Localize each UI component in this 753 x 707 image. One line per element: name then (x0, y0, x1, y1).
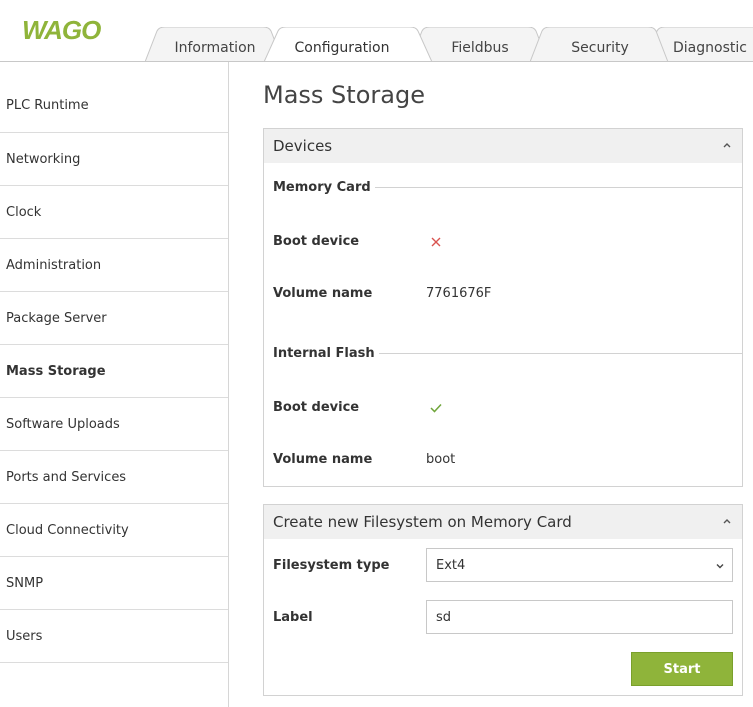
chevron-up-icon[interactable] (721, 139, 733, 151)
filesystem-type-select[interactable]: Ext4 (426, 548, 733, 582)
sidebar-item-mass-storage[interactable]: Mass Storage (0, 345, 228, 398)
filesystem-panel-header[interactable]: Create new Filesystem on Memory Card (264, 505, 742, 539)
sidebar-item-label: Cloud Connectivity (6, 522, 129, 538)
sidebar-item-plc-runtime[interactable]: PLC Runtime (0, 62, 228, 133)
sidebar-item-administration[interactable]: Administration (0, 239, 228, 292)
sidebar-item-label: Administration (6, 257, 102, 273)
filesystem-panel: Create new Filesystem on Memory Card Fil… (263, 504, 743, 696)
sidebar-item-label: Users (6, 628, 43, 644)
sidebar-item-snmp[interactable]: SNMP (0, 557, 228, 610)
tab-configuration[interactable]: Configuration (264, 27, 434, 62)
sidebar-item-label: PLC Runtime (6, 97, 89, 113)
filesystem-label-input[interactable] (426, 600, 733, 634)
devices-panel-header[interactable]: Devices (264, 129, 742, 163)
memory-card-group-title: Memory Card (273, 180, 375, 195)
sidebar-item-ports-and-services[interactable]: Ports and Services (0, 451, 228, 504)
main-tabs: Information Fieldbus Diagnostic Security… (0, 0, 753, 62)
page-title: Mass Storage (263, 81, 425, 109)
filesystem-label-label: Label (273, 610, 313, 625)
memory-card-boot-label: Boot device (273, 234, 360, 249)
internal-flash-boot-label: Boot device (273, 400, 360, 415)
memory-card-volume-label: Volume name (273, 286, 373, 301)
sidebar-item-cloud-connectivity[interactable]: Cloud Connectivity (0, 504, 228, 557)
sidebar-item-label: Package Server (6, 310, 107, 326)
internal-flash-volume-label: Volume name (273, 452, 373, 467)
main-content: Mass Storage Devices Memory Card Boot de… (229, 62, 753, 707)
sidebar-item-networking[interactable]: Networking (0, 133, 228, 186)
internal-flash-volume-value: boot (426, 452, 456, 467)
group-divider (359, 187, 742, 188)
cross-icon (431, 237, 441, 247)
sidebar-item-label: Software Uploads (6, 416, 120, 432)
tab-configuration-label: Configuration (294, 40, 390, 56)
chevron-up-icon[interactable] (721, 515, 733, 527)
devices-panel-title: Devices (273, 137, 333, 155)
tab-security[interactable]: Security (530, 27, 670, 62)
sidebar-item-users[interactable]: Users (0, 610, 228, 663)
memory-card-volume-value: 7761676F (426, 286, 492, 301)
sidebar-item-label: Networking (6, 151, 81, 167)
filesystem-panel-title: Create new Filesystem on Memory Card (273, 513, 572, 531)
internal-flash-group-title: Internal Flash (273, 346, 379, 361)
sidebar-item-software-uploads[interactable]: Software Uploads (0, 398, 228, 451)
filesystem-type-label: Filesystem type (273, 558, 390, 573)
check-icon (430, 403, 442, 413)
chevron-down-icon (716, 564, 724, 569)
tab-security-label: Security (571, 40, 629, 56)
sidebar: PLC Runtime Networking Clock Administrat… (0, 62, 229, 707)
sidebar-item-label: SNMP (6, 575, 44, 591)
devices-panel: Devices Memory Card Boot device Volume n… (263, 128, 743, 487)
sidebar-item-label: Mass Storage (6, 363, 106, 379)
sidebar-item-package-server[interactable]: Package Server (0, 292, 228, 345)
group-divider (359, 353, 742, 354)
sidebar-item-label: Clock (6, 204, 42, 220)
sidebar-item-clock[interactable]: Clock (0, 186, 228, 239)
start-button[interactable]: Start (631, 652, 733, 686)
sidebar-item-label: Ports and Services (6, 469, 127, 485)
filesystem-type-value: Ext4 (436, 557, 466, 573)
header: WAGO Information Fieldbus Diagnostic Sec… (0, 0, 753, 62)
